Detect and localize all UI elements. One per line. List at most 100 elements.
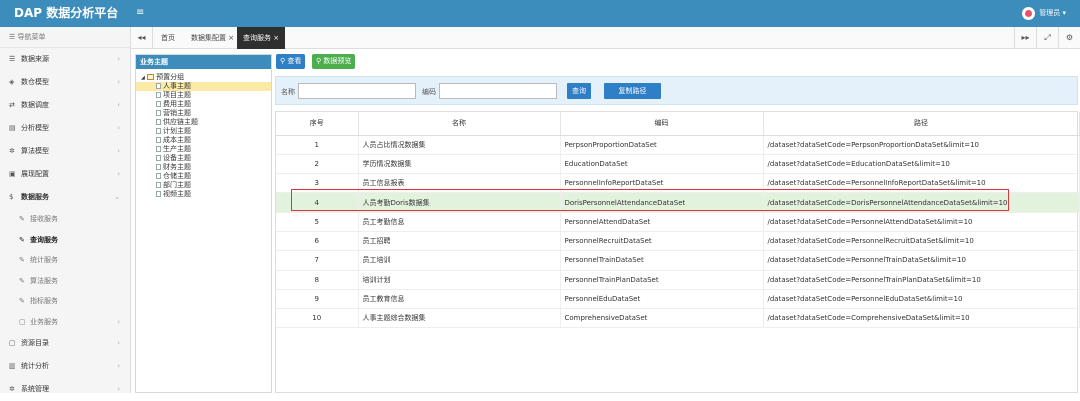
tree-node[interactable]: 成本主题 — [136, 136, 271, 145]
tree-node[interactable]: 营销主题 — [136, 109, 271, 118]
chevron-left-icon: ‹ — [117, 362, 120, 370]
tree-node[interactable]: 部门主题 — [136, 181, 271, 190]
tree-node-label: 设备主题 — [163, 154, 191, 162]
table-row[interactable]: 8 培训计划 PersonnelTrainPlanDataSet/dataset?d… — [276, 270, 1080, 290]
sidebar-item[interactable]: ⇄ 数据调度 ‹ — [0, 94, 130, 117]
sidebar-subitem[interactable]: ✎ 接收服务 — [0, 209, 130, 230]
chart-icon: ▤ — [9, 124, 16, 132]
column-header[interactable]: 编码 — [560, 112, 764, 136]
tree-nodes: 人事主题 项目主题 费用主题 营销主题 供应链主题 计划主题 成本主题 生产主题 设备主题 财务主… — [136, 82, 271, 199]
tree-node[interactable]: 项目主题 — [136, 91, 271, 100]
row-code: EducationDataSet — [560, 154, 764, 175]
view-button[interactable]: ⚲ 查看 — [276, 54, 306, 69]
sidebar-item[interactable]: ◈ 数仓模型 ‹ — [0, 71, 130, 94]
window-icon: ▣ — [9, 170, 16, 178]
query-button[interactable]: 查询 — [567, 83, 591, 99]
tab-scroll-right-icon[interactable]: ▸▸ — [1014, 27, 1036, 49]
tree-node[interactable]: 人事主题 — [136, 82, 271, 91]
close-icon[interactable]: × — [228, 34, 234, 42]
table-row[interactable]: 2 学历情况数据集 EducationDataSet/dataset?dataSet… — [276, 154, 1080, 175]
column-header[interactable]: 名称 — [358, 112, 561, 136]
row-path: /dataset?dataSetCode=PersonnelEduDataSet… — [763, 289, 1080, 310]
tree-node[interactable]: 设备主题 — [136, 154, 271, 163]
row-code: PersonnelTrainDataSet — [560, 250, 764, 271]
name-label: 名称 — [281, 88, 295, 96]
table-row[interactable]: 6 员工招聘 PersonnelRecruitDataSet/dataset?dat… — [276, 231, 1080, 252]
row-index: 2 — [276, 154, 359, 175]
gear-icon: ✲ — [9, 385, 15, 393]
tree-node-label: 视频主题 — [163, 190, 191, 198]
sidebar-item[interactable]: ▣ 展现配置 ‹ — [0, 163, 130, 186]
column-header[interactable]: 路径 — [763, 112, 1080, 136]
tree-node[interactable]: 财务主题 — [136, 163, 271, 172]
row-name: 员工培训 — [358, 250, 561, 271]
sidebar-subitem[interactable]: ✎ 统计服务 — [0, 250, 130, 271]
chevron-left-icon: ‹ — [117, 78, 120, 86]
table-row[interactable]: 7 员工培训 PersonnelTrainDataSet/dataset?dataS… — [276, 250, 1080, 271]
copy-path-button[interactable]: 复制路径 — [604, 83, 661, 99]
file-icon — [156, 119, 161, 125]
tree-node[interactable]: 生产主题 — [136, 145, 271, 154]
dataset-table: 序号 名称 编码 路径 1 人员占比情况数据集 PerpsonProportionD… — [275, 111, 1080, 393]
user-menu[interactable]: 管理员 ▾ — [1022, 6, 1066, 21]
row-name: 员工招聘 — [358, 231, 561, 252]
row-path: /dataset?dataSetCode=EducationDataSet&li… — [763, 154, 1080, 175]
name-input[interactable] — [298, 83, 416, 99]
sidebar-item[interactable]: ▢ 资源目录 ‹ — [0, 332, 130, 355]
file-icon — [156, 182, 161, 188]
tree-node-label: 部门主题 — [163, 181, 191, 189]
sidebar-item[interactable]: ✲ 系统管理 ‹ — [0, 378, 130, 401]
tree-node[interactable]: 仓储主题 — [136, 172, 271, 181]
expand-icon[interactable]: ◢ — [141, 75, 145, 81]
tree-node[interactable]: 视频主题 — [136, 190, 271, 199]
row-path: /dataset?dataSetCode=PersonnelTrainDataS… — [763, 250, 1080, 271]
sidebar-item[interactable]: $ 数据服务 ⌄ — [0, 186, 130, 209]
table-row[interactable]: 9 员工教育信息 PersonnelEduDataSet/dataset?dataS… — [276, 289, 1080, 310]
column-header[interactable]: 序号 — [276, 112, 359, 136]
sidebar-item-label: 数据调度 — [21, 101, 49, 109]
user-caret-icon: ▾ — [1062, 9, 1066, 17]
tree-node[interactable]: 计划主题 — [136, 127, 271, 136]
settings-icon[interactable]: ⚙ — [1058, 27, 1080, 49]
leaf-icon: ✎ — [19, 215, 25, 223]
leaf-icon: ✎ — [19, 256, 25, 264]
table-row[interactable]: 10 人事主题综合数据集 ComprehensiveDataSet/dataset?… — [276, 308, 1080, 329]
menu-toggle-icon[interactable]: ≡ — [136, 6, 144, 20]
sidebar-item[interactable]: ✲ 算法模型 ‹ — [0, 140, 130, 163]
folder-icon: ▢ — [19, 317, 26, 326]
tab-dataset-config[interactable]: 数据集配置 × — [191, 27, 234, 49]
sidebar-subitem[interactable]: ▢ 业务服务 ‹ — [0, 312, 130, 333]
tree-root[interactable]: ◢ 预置分组 — [136, 73, 271, 82]
tree-node-label: 营销主题 — [163, 109, 191, 117]
table-row[interactable]: 5 员工考勤信息 PersonnelAttendDataSet/dataset?da… — [276, 212, 1080, 232]
table-header-row: 序号 名称 编码 路径 — [276, 112, 1080, 136]
sidebar-item-label: 分析模型 — [21, 124, 49, 132]
sidebar-item[interactable]: ▥ 统计分析 ‹ — [0, 355, 130, 378]
close-icon[interactable]: × — [273, 34, 279, 42]
sidebar-subitem[interactable]: ✎ 算法服务 — [0, 271, 130, 292]
leaf-icon: ✎ — [19, 235, 25, 244]
table-row[interactable]: 1 人员占比情况数据集 PerpsonProportionDataSet/datas… — [276, 135, 1080, 155]
sidebar-item[interactable]: ☰ 数据来源 ‹ — [0, 48, 130, 71]
row-code: PersonnelEduDataSet — [560, 289, 764, 310]
sidebar-item-label: 数据服务 — [21, 193, 49, 201]
avatar — [1022, 6, 1036, 20]
sidebar-item[interactable]: ▤ 分析模型 ‹ — [0, 117, 130, 140]
row-name: 员工教育信息 — [358, 289, 561, 310]
tree-node[interactable]: 供应链主题 — [136, 118, 271, 127]
code-input[interactable] — [439, 83, 557, 99]
fullscreen-icon[interactable]: ⤢ — [1036, 27, 1058, 49]
sidebar-subitem[interactable]: ✎ 指标服务 — [0, 291, 130, 312]
tab-scroll-left-icon[interactable]: ◂◂ — [131, 27, 153, 49]
chevron-left-icon: ‹ — [117, 124, 120, 132]
file-icon — [156, 83, 161, 89]
row-index: 6 — [276, 231, 359, 252]
data-preview-button[interactable]: ⚲ 数据预览 — [312, 54, 356, 69]
row-code: ComprehensiveDataSet — [560, 308, 764, 329]
tab-home[interactable]: 首页 — [161, 27, 175, 49]
tab-query-service[interactable]: 查询服务 × — [237, 27, 286, 49]
tree-node-label: 人事主题 — [163, 82, 191, 90]
row-index: 10 — [276, 308, 359, 329]
sidebar-subitem[interactable]: ✎ 查询服务 — [0, 230, 130, 251]
tree-node[interactable]: 费用主题 — [136, 100, 271, 109]
